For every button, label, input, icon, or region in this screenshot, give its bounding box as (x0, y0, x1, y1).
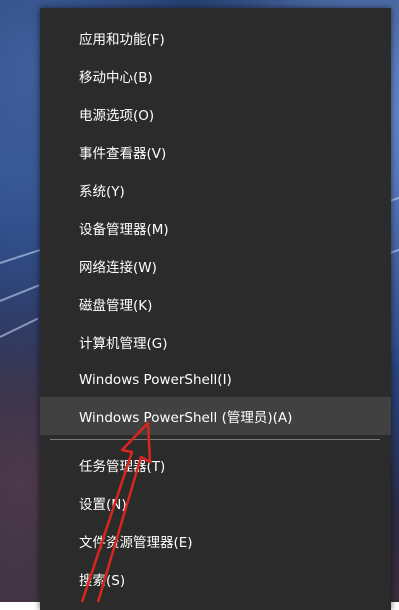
menu-item-label: 事件查看器(V) (79, 146, 167, 162)
wallpaper-streak (0, 284, 40, 302)
menu-item-file-explorer[interactable]: 文件资源管理器(E) (40, 522, 391, 560)
menu-item-label: 移动中心(B) (79, 70, 153, 86)
menu-item-mobility-center[interactable]: 移动中心(B) (40, 57, 391, 95)
menu-item-windows-powershell-admin[interactable]: Windows PowerShell (管理员)(A) (40, 397, 391, 435)
menu-item-label: 任务管理器(T) (79, 459, 166, 475)
menu-item-event-viewer[interactable]: 事件查看器(V) (40, 133, 391, 171)
menu-item-label: 系统(Y) (79, 184, 125, 200)
menu-item-label: Windows PowerShell (管理员)(A) (79, 410, 293, 426)
menu-item-apps-and-features[interactable]: 应用和功能(F) (40, 19, 391, 57)
winx-context-menu: 应用和功能(F) 移动中心(B) 电源选项(O) 事件查看器(V) 系统(Y) … (40, 8, 391, 610)
wallpaper-streak (389, 247, 399, 254)
menu-item-computer-management[interactable]: 计算机管理(G) (40, 323, 391, 361)
menu-item-system[interactable]: 系统(Y) (40, 171, 391, 209)
menu-divider (50, 439, 380, 440)
menu-item-label: 磁盘管理(K) (79, 298, 153, 314)
menu-item-label: 设置(N) (79, 497, 127, 513)
wallpaper-streak (0, 317, 39, 338)
wallpaper-streak (389, 195, 399, 202)
menu-item-disk-management[interactable]: 磁盘管理(K) (40, 285, 391, 323)
menu-item-label: 计算机管理(G) (79, 336, 168, 352)
menu-item-search[interactable]: 搜索(S) (40, 560, 391, 598)
wallpaper-streak (0, 249, 41, 264)
menu-item-label: 电源选项(O) (79, 108, 155, 124)
menu-item-device-manager[interactable]: 设备管理器(M) (40, 209, 391, 247)
menu-item-label: 文件资源管理器(E) (79, 535, 193, 551)
menu-item-label: 网络连接(W) (79, 260, 157, 276)
menu-item-label: 设备管理器(M) (79, 222, 169, 238)
menu-item-task-manager[interactable]: 任务管理器(T) (40, 446, 391, 484)
menu-item-windows-powershell[interactable]: Windows PowerShell(I) (40, 361, 391, 399)
menu-item-network-connections[interactable]: 网络连接(W) (40, 247, 391, 285)
menu-item-power-options[interactable]: 电源选项(O) (40, 95, 391, 133)
menu-item-settings[interactable]: 设置(N) (40, 484, 391, 522)
menu-item-label: 应用和功能(F) (79, 32, 165, 48)
menu-item-label: 搜索(S) (79, 573, 126, 589)
menu-item-label: Windows PowerShell(I) (79, 372, 232, 388)
